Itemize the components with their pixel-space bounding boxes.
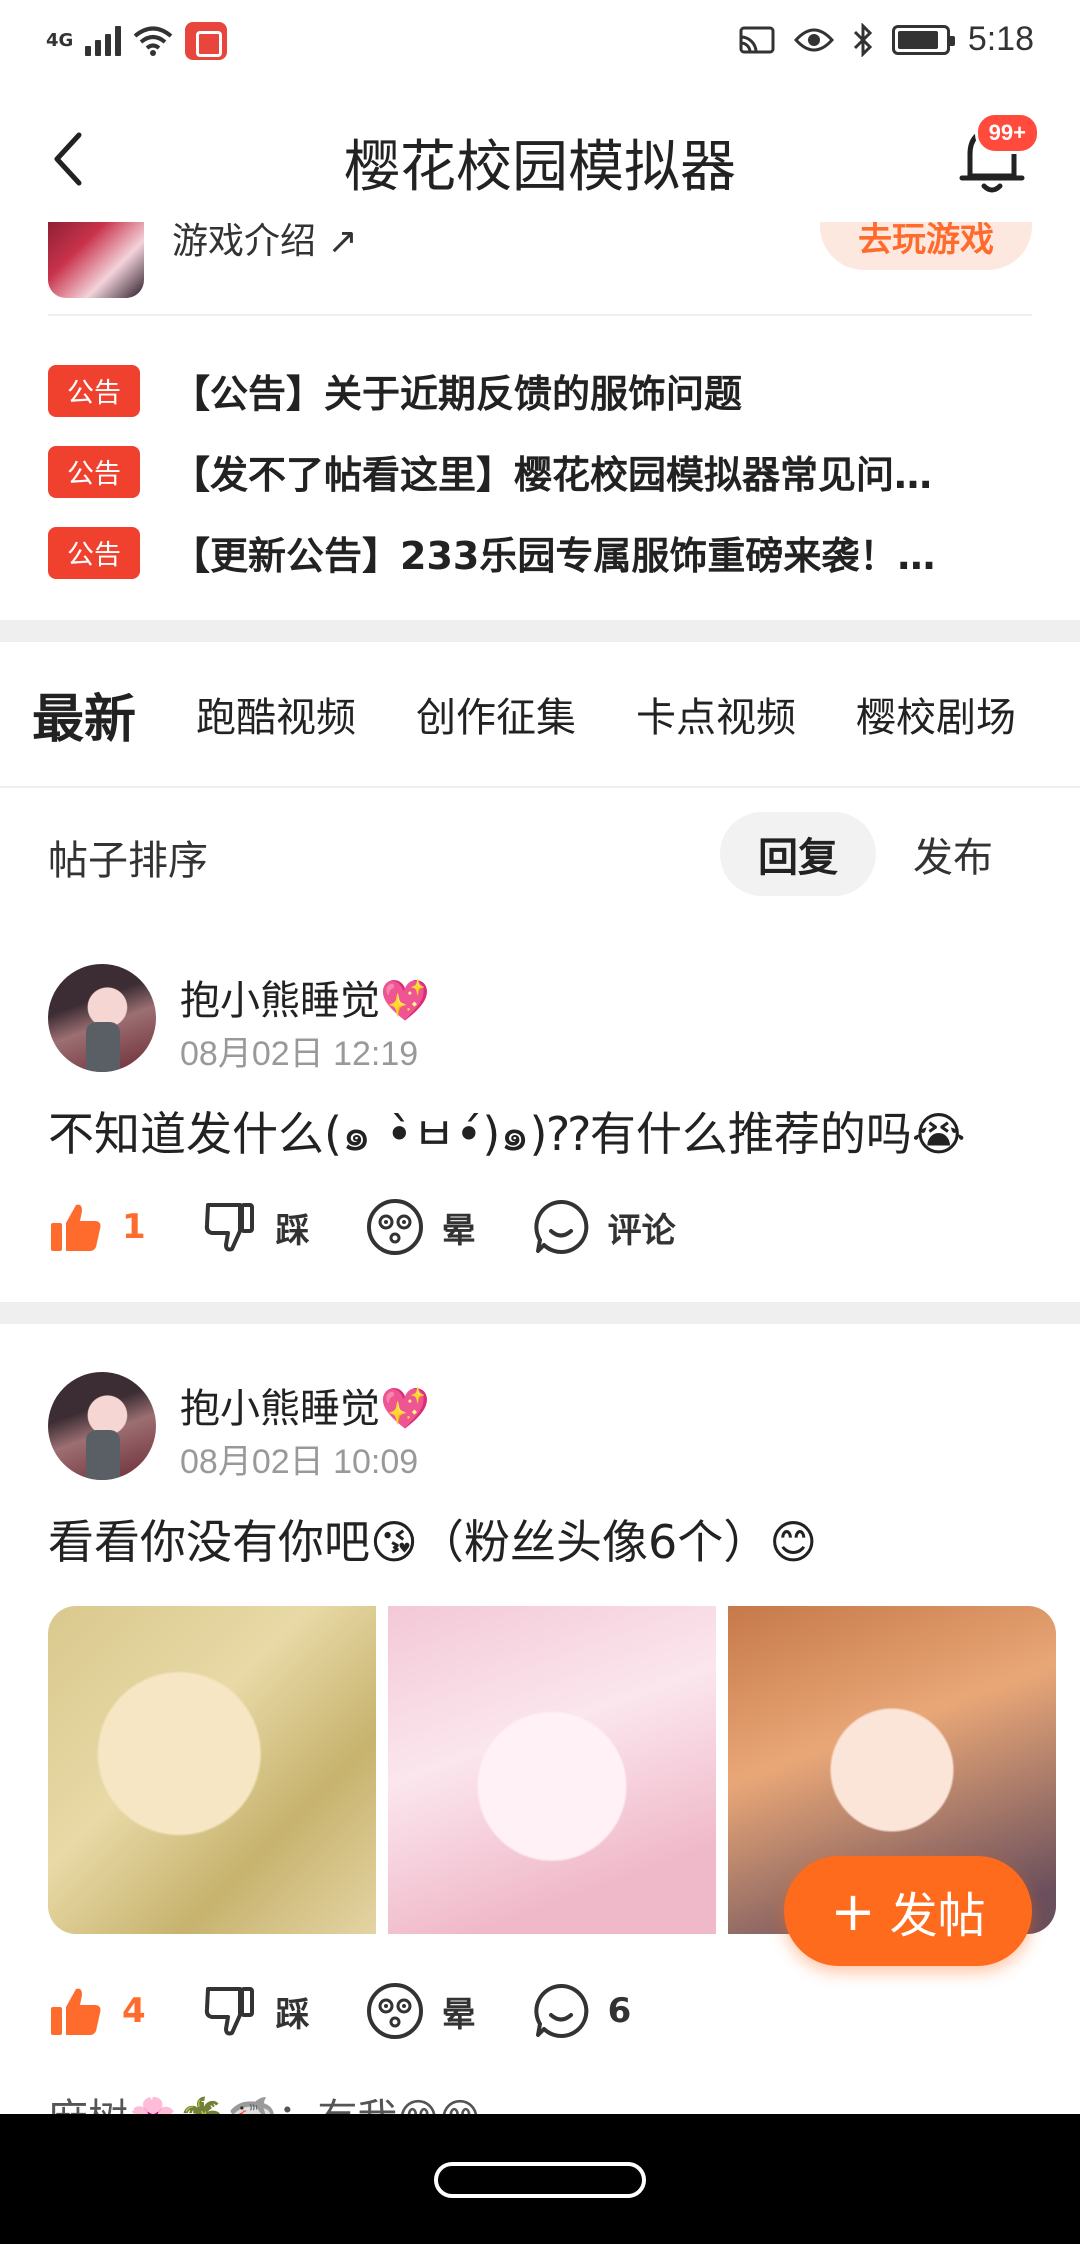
post-actions: 4 踩 晕 6	[48, 1982, 687, 2040]
comment-label: 评论	[607, 1210, 676, 1251]
avatar[interactable]	[48, 1372, 156, 1480]
new-post-button[interactable]: + 发帖	[784, 1856, 1032, 1966]
game-intro-row: 游戏介绍 ↗ 去玩游戏	[0, 222, 1080, 316]
network-type: 4G	[46, 30, 74, 51]
dizzy-button[interactable]: 晕	[366, 1198, 476, 1256]
notice-item[interactable]: 公告 【发不了帖看这里】樱花校园模拟器常见问…	[48, 431, 1032, 512]
comment-button[interactable]: 6	[532, 1982, 632, 2040]
notification-badge: 99+	[974, 112, 1040, 154]
cast-icon	[739, 26, 775, 53]
dizzy-button[interactable]: 晕	[366, 1982, 476, 2040]
post-text[interactable]: 不知道发什么(๑ •̀ㅂ•́)๑)⁇有什么推荐的吗😭	[48, 1098, 966, 1171]
page-title: 樱花校园模拟器	[344, 135, 736, 200]
tab-latest[interactable]: 最新	[32, 677, 136, 752]
category-tabs: 最新 跑酷视频 创作征集 卡点视频 樱校剧场	[0, 642, 1080, 786]
notifications-button[interactable]: 99+	[948, 112, 1040, 204]
dislike-button[interactable]: 踩	[202, 1199, 310, 1255]
dizzy-face-icon	[366, 1983, 423, 2039]
notice-tag: 公告	[48, 445, 140, 498]
notice-tag: 公告	[48, 364, 140, 417]
post-image[interactable]	[388, 1606, 716, 1934]
comment-bubble-icon	[534, 1983, 588, 2038]
section-separator	[0, 1302, 1080, 1324]
sort-label: 帖子排序	[48, 838, 208, 884]
signal-icon	[85, 26, 122, 56]
dizzy-face-icon	[366, 1199, 423, 1255]
app-notification-icon	[185, 22, 228, 60]
wifi-icon	[134, 26, 173, 56]
home-gesture-handle[interactable]	[434, 2162, 646, 2198]
notice-item[interactable]: 公告 【更新公告】233乐园专属服饰重磅来袭！…	[48, 512, 1032, 593]
game-intro-link[interactable]: 游戏介绍 ↗	[172, 222, 358, 264]
dislike-button[interactable]: 踩	[202, 1983, 310, 2039]
like-count: 1	[122, 1207, 146, 1247]
sort-by-publish-button[interactable]: 发布	[888, 812, 1018, 896]
tab-school-theater[interactable]: 樱校剧场	[856, 685, 1016, 743]
tab-beat-videos[interactable]: 卡点视频	[636, 685, 796, 743]
tab-parkour-videos[interactable]: 跑酷视频	[196, 685, 356, 743]
like-count: 4	[122, 1991, 146, 2031]
section-separator	[0, 620, 1080, 642]
divider	[48, 314, 1032, 316]
new-post-label: 发帖	[889, 1888, 986, 1944]
notice-title: 【公告】关于近期反馈的服饰问题	[172, 372, 743, 416]
post-time: 08月02日 10:09	[180, 1443, 419, 1481]
post-author[interactable]: 抱小熊睡觉💖	[180, 968, 430, 1026]
tab-label: 最新	[32, 689, 137, 750]
play-game-button[interactable]: 去玩游戏	[820, 222, 1032, 270]
like-button[interactable]: 1	[48, 1199, 146, 1255]
post-card[interactable]: 抱小熊睡觉💖 08月02日 12:19 不知道发什么(๑ •̀ㅂ•́)๑)⁇有什…	[0, 964, 1080, 1304]
divider	[0, 786, 1080, 788]
battery-icon	[891, 24, 955, 55]
bluetooth-icon	[853, 22, 872, 57]
thumbs-down-icon	[204, 1203, 254, 1252]
dislike-label: 踩	[275, 1210, 310, 1251]
system-navigation-bar	[0, 2114, 1080, 2244]
post-actions: 1 踩 晕 评论	[48, 1198, 732, 1256]
eye-icon	[793, 28, 834, 51]
sort-by-reply-button[interactable]: 回复	[720, 812, 876, 896]
notice-title: 【更新公告】233乐园专属服饰重磅来袭！…	[172, 534, 936, 578]
notice-list: 公告 【公告】关于近期反馈的服饰问题 公告 【发不了帖看这里】樱花校园模拟器常见…	[48, 350, 1032, 593]
plus-icon: +	[830, 1879, 876, 1943]
dizzy-label: 晕	[441, 1210, 476, 1251]
like-button[interactable]: 4	[48, 1983, 146, 2039]
post-time: 08月02日 12:19	[180, 1035, 419, 1073]
sort-bar: 帖子排序 回复 发布	[0, 808, 1080, 900]
notice-tag: 公告	[48, 526, 140, 579]
comment-button[interactable]: 评论	[532, 1198, 676, 1256]
notice-title: 【发不了帖看这里】樱花校园模拟器常见问…	[172, 453, 933, 497]
post-author[interactable]: 抱小熊睡觉💖	[180, 1376, 430, 1434]
comment-bubble-icon	[534, 1199, 588, 1254]
thumbs-up-icon	[51, 1204, 101, 1251]
dislike-label: 踩	[275, 1994, 310, 2035]
game-thumbnail[interactable]	[48, 222, 144, 298]
status-bar: 4G 5:18	[0, 0, 1080, 86]
post-card[interactable]: 抱小熊睡觉💖 08月02日 10:09 看看你没有你吧😘（粉丝头像6个）😊 4 …	[0, 1372, 1080, 2072]
dizzy-label: 晕	[441, 1994, 476, 2035]
post-image[interactable]	[48, 1606, 376, 1934]
thumbs-up-icon	[51, 1988, 101, 2035]
post-text[interactable]: 看看你没有你吧😘（粉丝头像6个）😊	[48, 1506, 817, 1572]
clock: 5:18	[967, 20, 1034, 58]
thumbs-down-icon	[204, 1987, 254, 2036]
top-app-bar: 樱花校园模拟器 99+	[0, 86, 1080, 236]
comment-count: 6	[607, 1991, 632, 2031]
notice-item[interactable]: 公告 【公告】关于近期反馈的服饰问题	[48, 350, 1032, 431]
tab-creation-contest[interactable]: 创作征集	[416, 685, 576, 743]
avatar[interactable]	[48, 964, 156, 1072]
